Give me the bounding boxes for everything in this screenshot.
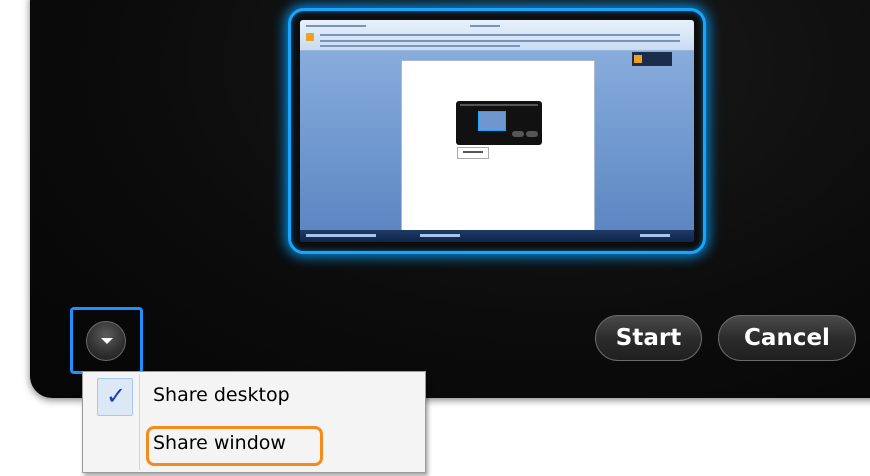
checkmark-icon: ✓ [106, 382, 127, 410]
menu-item-share-desktop[interactable]: ✓ Share desktop [87, 374, 421, 420]
menu-item-label: Share window [153, 432, 286, 454]
document-page-thumbnail [401, 60, 595, 234]
chevron-down-icon [101, 338, 113, 344]
cancel-button[interactable]: Cancel [718, 315, 856, 361]
start-button[interactable]: Start [595, 315, 702, 361]
menu-item-share-window[interactable]: Share window [87, 422, 421, 468]
taskbar-thumbnail [300, 230, 694, 242]
nested-dialog-thumbnail [456, 101, 542, 145]
checkmark-highlight: ✓ [97, 378, 133, 416]
menu-item-label: Share desktop [153, 384, 290, 406]
word-ribbon-thumbnail [300, 20, 694, 51]
desktop-thumbnail [300, 20, 694, 242]
share-options-menu: ✓ Share desktop Share window [82, 371, 426, 473]
share-options-dropdown-button[interactable] [70, 307, 143, 374]
dropdown-circle[interactable] [86, 321, 126, 361]
logo-thumbnail [632, 52, 672, 66]
nested-menu-thumbnail [457, 147, 489, 159]
desktop-preview[interactable] [288, 8, 706, 254]
